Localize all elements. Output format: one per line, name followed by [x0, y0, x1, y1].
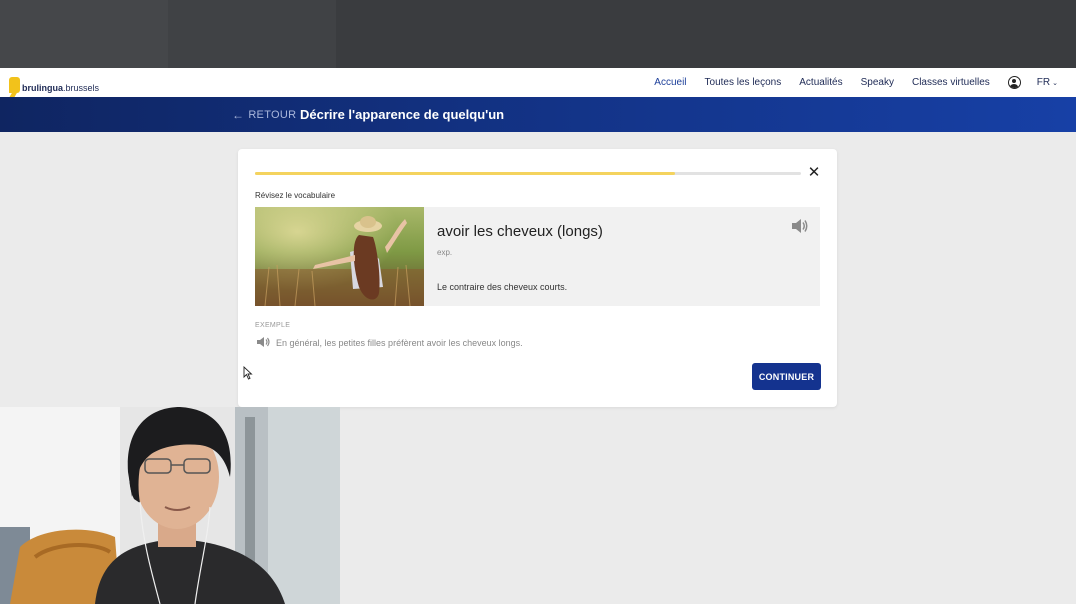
top-strip-left [0, 0, 336, 68]
continue-button[interactable]: CONTINUER [752, 363, 821, 390]
logo-mark-icon [9, 77, 20, 93]
section-label: Révisez le vocabulaire [255, 191, 336, 200]
webcam-overlay [0, 407, 340, 604]
language-selector[interactable]: FR ⌄ [1037, 77, 1058, 88]
part-of-speech: exp. [437, 248, 453, 257]
back-arrow-icon: ← [232, 107, 245, 122]
progress-bar [255, 172, 801, 175]
example-label: EXEMPLE [255, 322, 291, 329]
site-logo[interactable]: brulingua.brussels [9, 71, 99, 93]
nav-link-actualites[interactable]: Actualités [799, 77, 842, 88]
browser-top-strip [0, 0, 1076, 68]
back-label: RETOUR [248, 108, 297, 121]
logo-text: brulingua.brussels [22, 83, 100, 93]
close-icon[interactable]: ✕ [806, 165, 822, 181]
language-label: FR [1036, 77, 1051, 88]
exercise-card: ✕ Révisez le vocabulaire avoir les cheve… [238, 149, 837, 407]
speaker-icon[interactable] [790, 216, 810, 236]
chevron-down-icon: ⌄ [1052, 79, 1058, 87]
lesson-title: Décrire l'apparence de quelqu'un [300, 107, 505, 122]
vocab-definition: Le contraire des cheveux courts. [437, 282, 568, 292]
vocab-photo [255, 207, 424, 306]
mouse-cursor-icon [243, 365, 253, 380]
nav-link-toutes-les-lecons[interactable]: Toutes les leçons [705, 77, 782, 88]
nav-link-accueil[interactable]: Accueil [654, 77, 686, 88]
site-navbar: brulingua.brussels Accueil Toutes les le… [0, 68, 1076, 97]
vocab-term: avoir les cheveux (longs) [437, 223, 603, 240]
lesson-header: ← RETOUR Décrire l'apparence de quelqu'u… [0, 97, 1076, 132]
vocab-panel: avoir les cheveux (longs) exp. Le contra… [255, 207, 820, 306]
back-button[interactable]: ← RETOUR [232, 97, 296, 132]
nav-links: Accueil Toutes les leçons Actualités Spe… [636, 68, 1058, 97]
example-speaker-icon[interactable] [256, 335, 272, 349]
progress-fill [255, 172, 676, 175]
nav-link-speaky[interactable]: Speaky [861, 77, 894, 88]
nav-link-classes-virtuelles[interactable]: Classes virtuelles [912, 77, 990, 88]
example-sentence: En général, les petites filles préfèrent… [276, 338, 523, 348]
user-icon[interactable] [1007, 76, 1021, 89]
